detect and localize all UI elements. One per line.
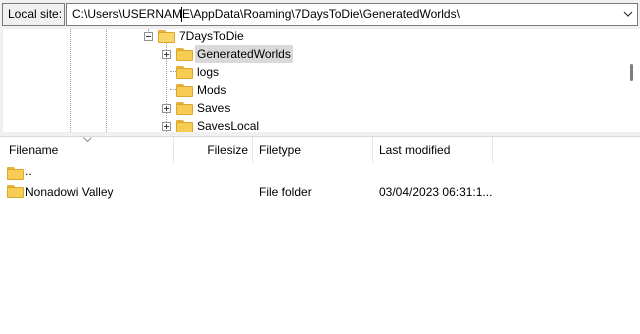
local-site-bar: Local site: C:\Users\USERNAME\AppData\Ro… <box>0 0 640 29</box>
folder-open-icon <box>158 30 175 43</box>
folder-icon <box>176 102 193 115</box>
tree-item-label: logs <box>197 65 220 79</box>
file-row-nonadowi-valley[interactable]: Nonadowi Valley File folder 03/04/2023 0… <box>0 182 640 202</box>
file-last-modified: 03/04/2023 06:31:1... <box>379 185 493 199</box>
scrollbar-thumb[interactable] <box>630 64 633 81</box>
local-site-path-input[interactable]: C:\Users\USERNAME\AppData\Roaming\7DaysT… <box>72 4 460 25</box>
expand-icon[interactable] <box>162 104 171 113</box>
tree-item-label: 7DaysToDie <box>179 29 244 43</box>
folder-icon <box>7 167 24 180</box>
tree-item-label: SavesLocal <box>197 119 260 132</box>
tree-item-7daystodie[interactable]: 7DaysToDie <box>0 29 620 45</box>
column-header-filesize[interactable]: Filesize <box>174 137 252 163</box>
chevron-down-icon[interactable] <box>623 9 633 19</box>
file-list-header: Filename Filesize Filetype Last modified <box>0 137 640 163</box>
tree-item-label: GeneratedWorlds <box>195 45 293 63</box>
folder-icon <box>176 120 193 132</box>
file-row-parent[interactable]: .. <box>0 164 640 184</box>
column-header-filename[interactable]: Filename <box>3 137 173 163</box>
tree-item-mods[interactable]: Mods <box>0 81 620 99</box>
tree-vertical-scrollbar[interactable] <box>623 29 640 132</box>
local-site-label: Local site: <box>2 3 65 26</box>
tree-item-generatedworlds[interactable]: GeneratedWorlds <box>0 45 620 63</box>
file-name: .. <box>25 164 32 178</box>
file-name: Nonadowi Valley <box>25 185 114 199</box>
file-type: File folder <box>259 185 312 199</box>
local-site-path-combobox[interactable]: C:\Users\USERNAME\AppData\Roaming\7DaysT… <box>66 3 638 26</box>
tree-item-saves[interactable]: Saves <box>0 99 620 117</box>
tree-item-saveslocal[interactable]: SavesLocal <box>0 117 620 132</box>
column-separator[interactable] <box>492 137 493 163</box>
column-header-last-modified[interactable]: Last modified <box>373 137 492 163</box>
column-header-filetype[interactable]: Filetype <box>253 137 372 163</box>
tree-item-logs[interactable]: logs <box>0 63 620 81</box>
expand-icon[interactable] <box>162 50 171 59</box>
tree-item-label: Mods <box>197 83 227 97</box>
local-directory-tree[interactable]: 7DaysToDie GeneratedWorlds logs Mods Sav… <box>0 29 640 132</box>
folder-icon <box>176 84 193 97</box>
folder-icon <box>176 48 193 61</box>
folder-icon <box>176 66 193 79</box>
collapse-icon[interactable] <box>144 32 153 41</box>
tree-item-label: Saves <box>197 101 231 115</box>
expand-icon[interactable] <box>162 122 171 131</box>
text-caret <box>181 7 182 22</box>
folder-icon <box>7 185 24 198</box>
local-file-list[interactable]: Filename Filesize Filetype Last modified… <box>0 137 640 334</box>
